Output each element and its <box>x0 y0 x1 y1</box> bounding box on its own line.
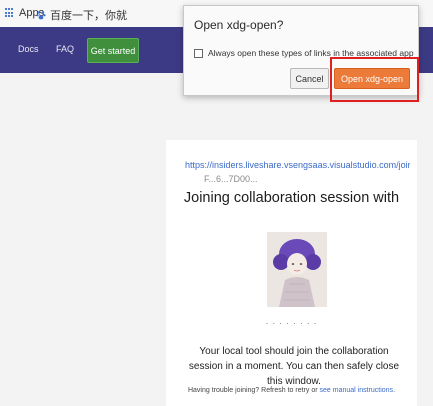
get-started-button[interactable]: Get started <box>87 38 139 63</box>
always-open-checkbox[interactable] <box>194 48 203 58</box>
user-avatar <box>267 232 327 307</box>
highlight-annotation-box <box>330 57 419 102</box>
info-message: Your local tool should join the collabor… <box>188 346 400 387</box>
trouble-prefix: Having trouble joining? Refresh to retry… <box>187 387 318 394</box>
trouble-suffix: . <box>393 387 396 394</box>
session-url-line-1[interactable]: https://insiders.liveshare.vsengsaas.vis… <box>185 160 410 170</box>
bookmark-baidu-label: 百度一下，你就 <box>50 10 127 22</box>
baidu-paw-icon <box>36 11 46 20</box>
trouble-message: Having trouble joining? Refresh to retry… <box>166 387 417 394</box>
apps-grid-icon <box>5 8 15 18</box>
session-url-line-2: F...6...7D00... <box>204 174 258 184</box>
manual-instructions-link[interactable]: see manual instructions <box>320 387 394 394</box>
host-user-name: · · · · · · · · <box>265 319 318 328</box>
cancel-button[interactable]: Cancel <box>290 68 329 89</box>
page-heading: Joining collaboration session with <box>183 190 400 206</box>
join-session-card: https://insiders.liveshare.vsengsaas.vis… <box>166 140 417 406</box>
nav-docs-link[interactable]: Docs <box>18 44 39 54</box>
bookmark-baidu[interactable]: 百度一下，你就 <box>36 7 127 23</box>
dialog-title: Open xdg-open? <box>194 18 284 32</box>
nav-faq-link[interactable]: FAQ <box>56 44 74 54</box>
